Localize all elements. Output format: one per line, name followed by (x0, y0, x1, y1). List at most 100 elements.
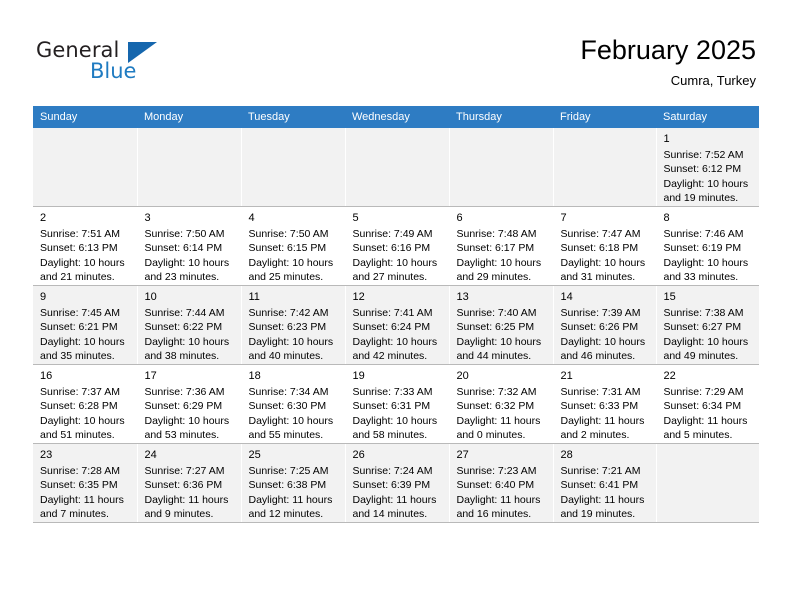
sunrise-text: Sunrise: 7:38 AM (663, 307, 744, 319)
day-number: 9 (40, 291, 47, 303)
calendar-day-cell[interactable]: 20 Sunrise: 7:32 AM Sunset: 6:32 PM Dayligh… (449, 364, 554, 444)
calendar-day-cell[interactable]: 6 Sunrise: 7:48 AM Sunset: 6:17 PM Daylight… (449, 206, 554, 286)
daylight-text-line1: Daylight: 10 hours (560, 335, 646, 348)
day-number: 12 (352, 291, 365, 303)
sunset-text: Sunset: 6:12 PM (663, 163, 742, 176)
day-details: Sunrise: 7:23 AM Sunset: 6:40 PM Daylight:… (450, 464, 553, 522)
sunset-text: Sunset: 6:25 PM (456, 321, 535, 334)
sunrise-text: Sunrise: 7:37 AM (40, 386, 120, 398)
calendar-day-cell[interactable]: 14 Sunrise: 7:39 AM Sunset: 6:26 PM Dayligh… (553, 285, 657, 365)
daylight-text-line1: Daylight: 11 hours (560, 493, 645, 506)
calendar-day-cell[interactable]: 5 Sunrise: 7:49 AM Sunset: 6:16 PM Daylight… (345, 206, 450, 286)
day-number: 10 (144, 291, 157, 303)
daylight-text-line2: and 12 minutes. (248, 508, 324, 521)
calendar-day-cell[interactable]: 3 Sunrise: 7:50 AM Sunset: 6:14 PM Daylight… (137, 206, 242, 286)
calendar-day-cell[interactable]: 11 Sunrise: 7:42 AM Sunset: 6:23 PM Dayligh… (241, 285, 346, 365)
weekday-header-friday: Friday (553, 106, 656, 128)
calendar-day-cell[interactable]: 23 Sunrise: 7:28 AM Sunset: 6:35 PM Dayligh… (33, 443, 138, 523)
logo-text-blue: Blue (90, 59, 137, 83)
daylight-text-line2: and 5 minutes. (663, 429, 733, 442)
weekday-header-row: Sunday Monday Tuesday Wednesday Thursday… (33, 106, 759, 128)
weekday-header-thursday: Thursday (449, 106, 553, 128)
day-number: 1 (663, 133, 670, 145)
day-number: 20 (456, 370, 469, 382)
calendar-day-cell[interactable]: 18 Sunrise: 7:34 AM Sunset: 6:30 PM Dayligh… (241, 364, 346, 444)
calendar-day-cell[interactable]: 16 Sunrise: 7:37 AM Sunset: 6:28 PM Dayligh… (33, 364, 138, 444)
sunset-text: Sunset: 6:27 PM (663, 321, 742, 334)
sunset-text: Sunset: 6:19 PM (663, 242, 742, 255)
weekday-header-monday: Monday (137, 106, 241, 128)
day-number (554, 128, 656, 135)
day-number (346, 128, 449, 135)
calendar-day-cell[interactable]: 12 Sunrise: 7:41 AM Sunset: 6:24 PM Dayligh… (345, 285, 450, 365)
sunrise-text: Sunrise: 7:28 AM (40, 465, 120, 477)
day-number: 14 (560, 291, 573, 303)
calendar-day-cell[interactable]: 17 Sunrise: 7:36 AM Sunset: 6:29 PM Dayligh… (137, 364, 242, 444)
calendar-day-cell[interactable]: 28 Sunrise: 7:21 AM Sunset: 6:41 PM Dayligh… (553, 443, 657, 523)
calendar-week-row: 9 Sunrise: 7:45 AM Sunset: 6:21 PM Daylight… (33, 285, 760, 365)
day-number: 23 (40, 449, 53, 461)
day-number: 7 (560, 212, 567, 224)
day-details: Sunrise: 7:38 AM Sunset: 6:27 PM Daylight:… (657, 306, 760, 364)
daylight-text-line1: Daylight: 10 hours (144, 256, 230, 269)
daylight-text-line2: and 40 minutes. (248, 350, 324, 363)
sunset-text: Sunset: 6:18 PM (560, 242, 639, 255)
sunrise-text: Sunrise: 7:42 AM (248, 307, 329, 319)
day-number: 15 (663, 291, 676, 303)
daylight-text-line2: and 42 minutes. (352, 350, 428, 363)
daylight-text-line2: and 51 minutes. (40, 429, 115, 442)
daylight-text-line2: and 21 minutes. (40, 271, 115, 284)
calendar-day-cell[interactable]: 9 Sunrise: 7:45 AM Sunset: 6:21 PM Daylight… (33, 285, 138, 365)
day-number (33, 128, 137, 135)
daylight-text-line1: Daylight: 10 hours (456, 256, 542, 269)
day-details: Sunrise: 7:44 AM Sunset: 6:22 PM Daylight:… (138, 306, 241, 364)
daylight-text-line1: Daylight: 10 hours (352, 414, 438, 427)
day-number: 11 (248, 291, 260, 303)
day-details: Sunrise: 7:31 AM Sunset: 6:33 PM Daylight:… (554, 385, 656, 443)
calendar-day-cell[interactable]: 13 Sunrise: 7:40 AM Sunset: 6:25 PM Dayligh… (449, 285, 554, 365)
calendar-day-cell[interactable]: 8 Sunrise: 7:46 AM Sunset: 6:19 PM Daylight… (656, 206, 759, 286)
calendar-day-cell[interactable]: 4 Sunrise: 7:50 AM Sunset: 6:15 PM Daylight… (241, 206, 346, 286)
sunrise-text: Sunrise: 7:39 AM (560, 307, 641, 319)
calendar-day-cell[interactable]: 10 Sunrise: 7:44 AM Sunset: 6:22 PM Dayligh… (137, 285, 242, 365)
page-subtitle: Cumra, Turkey (670, 73, 756, 88)
calendar-day-cell[interactable]: 21 Sunrise: 7:31 AM Sunset: 6:33 PM Dayligh… (553, 364, 657, 444)
sunset-text: Sunset: 6:40 PM (456, 479, 535, 492)
calendar-day-cell[interactable]: 7 Sunrise: 7:47 AM Sunset: 6:18 PM Daylight… (553, 206, 657, 286)
title-block: February 2025 Cumra, Turkey (580, 34, 756, 90)
calendar-page: General Blue February 2025 Cumra, Turkey… (0, 0, 792, 612)
sunset-text: Sunset: 6:14 PM (144, 242, 223, 255)
daylight-text-line1: Daylight: 10 hours (40, 335, 125, 348)
daylight-text-line1: Daylight: 10 hours (248, 256, 334, 269)
calendar-day-cell[interactable]: 15 Sunrise: 7:38 AM Sunset: 6:27 PM Dayligh… (656, 285, 760, 365)
daylight-text-line1: Daylight: 11 hours (352, 493, 437, 506)
sunrise-text: Sunrise: 7:45 AM (40, 307, 120, 319)
daylight-text-line2: and 19 minutes. (663, 192, 739, 205)
day-number (657, 444, 760, 451)
day-details: Sunrise: 7:28 AM Sunset: 6:35 PM Daylight:… (33, 464, 137, 522)
general-blue-logo[interactable]: General Blue (36, 38, 157, 86)
day-details: Sunrise: 7:21 AM Sunset: 6:41 PM Daylight:… (554, 464, 656, 522)
day-number: 5 (352, 212, 359, 224)
calendar-day-cell[interactable]: 25 Sunrise: 7:25 AM Sunset: 6:38 PM Dayligh… (241, 443, 346, 523)
sunrise-text: Sunrise: 7:49 AM (352, 228, 433, 240)
calendar-day-cell[interactable]: 1 Sunrise: 7:52 AM Sunset: 6:12 PM Daylight… (656, 128, 759, 207)
calendar-day-cell[interactable]: 19 Sunrise: 7:33 AM Sunset: 6:31 PM Dayligh… (345, 364, 450, 444)
sunset-text: Sunset: 6:38 PM (248, 479, 327, 492)
day-details: Sunrise: 7:36 AM Sunset: 6:29 PM Daylight:… (138, 385, 241, 443)
daylight-text-line1: Daylight: 11 hours (248, 493, 333, 506)
calendar-day-cell[interactable]: 22 Sunrise: 7:29 AM Sunset: 6:34 PM Dayligh… (656, 364, 759, 444)
calendar-day-cell[interactable]: 27 Sunrise: 7:23 AM Sunset: 6:40 PM Dayligh… (449, 443, 554, 523)
day-number: 3 (144, 212, 151, 224)
calendar-day-cell[interactable]: 2 Sunrise: 7:51 AM Sunset: 6:13 PM Daylight… (33, 206, 138, 286)
daylight-text-line1: Daylight: 10 hours (352, 335, 438, 348)
sunset-text: Sunset: 6:15 PM (248, 242, 327, 255)
daylight-text-line2: and 33 minutes. (663, 271, 739, 284)
day-number: 28 (560, 449, 573, 461)
calendar-day-cell[interactable]: 24 Sunrise: 7:27 AM Sunset: 6:36 PM Dayligh… (137, 443, 242, 523)
calendar-day-cell[interactable]: 26 Sunrise: 7:24 AM Sunset: 6:39 PM Dayligh… (345, 443, 450, 523)
sunrise-text: Sunrise: 7:52 AM (663, 149, 744, 161)
calendar-day-cell-empty (449, 128, 554, 207)
daylight-text-line1: Daylight: 11 hours (663, 414, 748, 427)
day-number: 18 (248, 370, 261, 382)
